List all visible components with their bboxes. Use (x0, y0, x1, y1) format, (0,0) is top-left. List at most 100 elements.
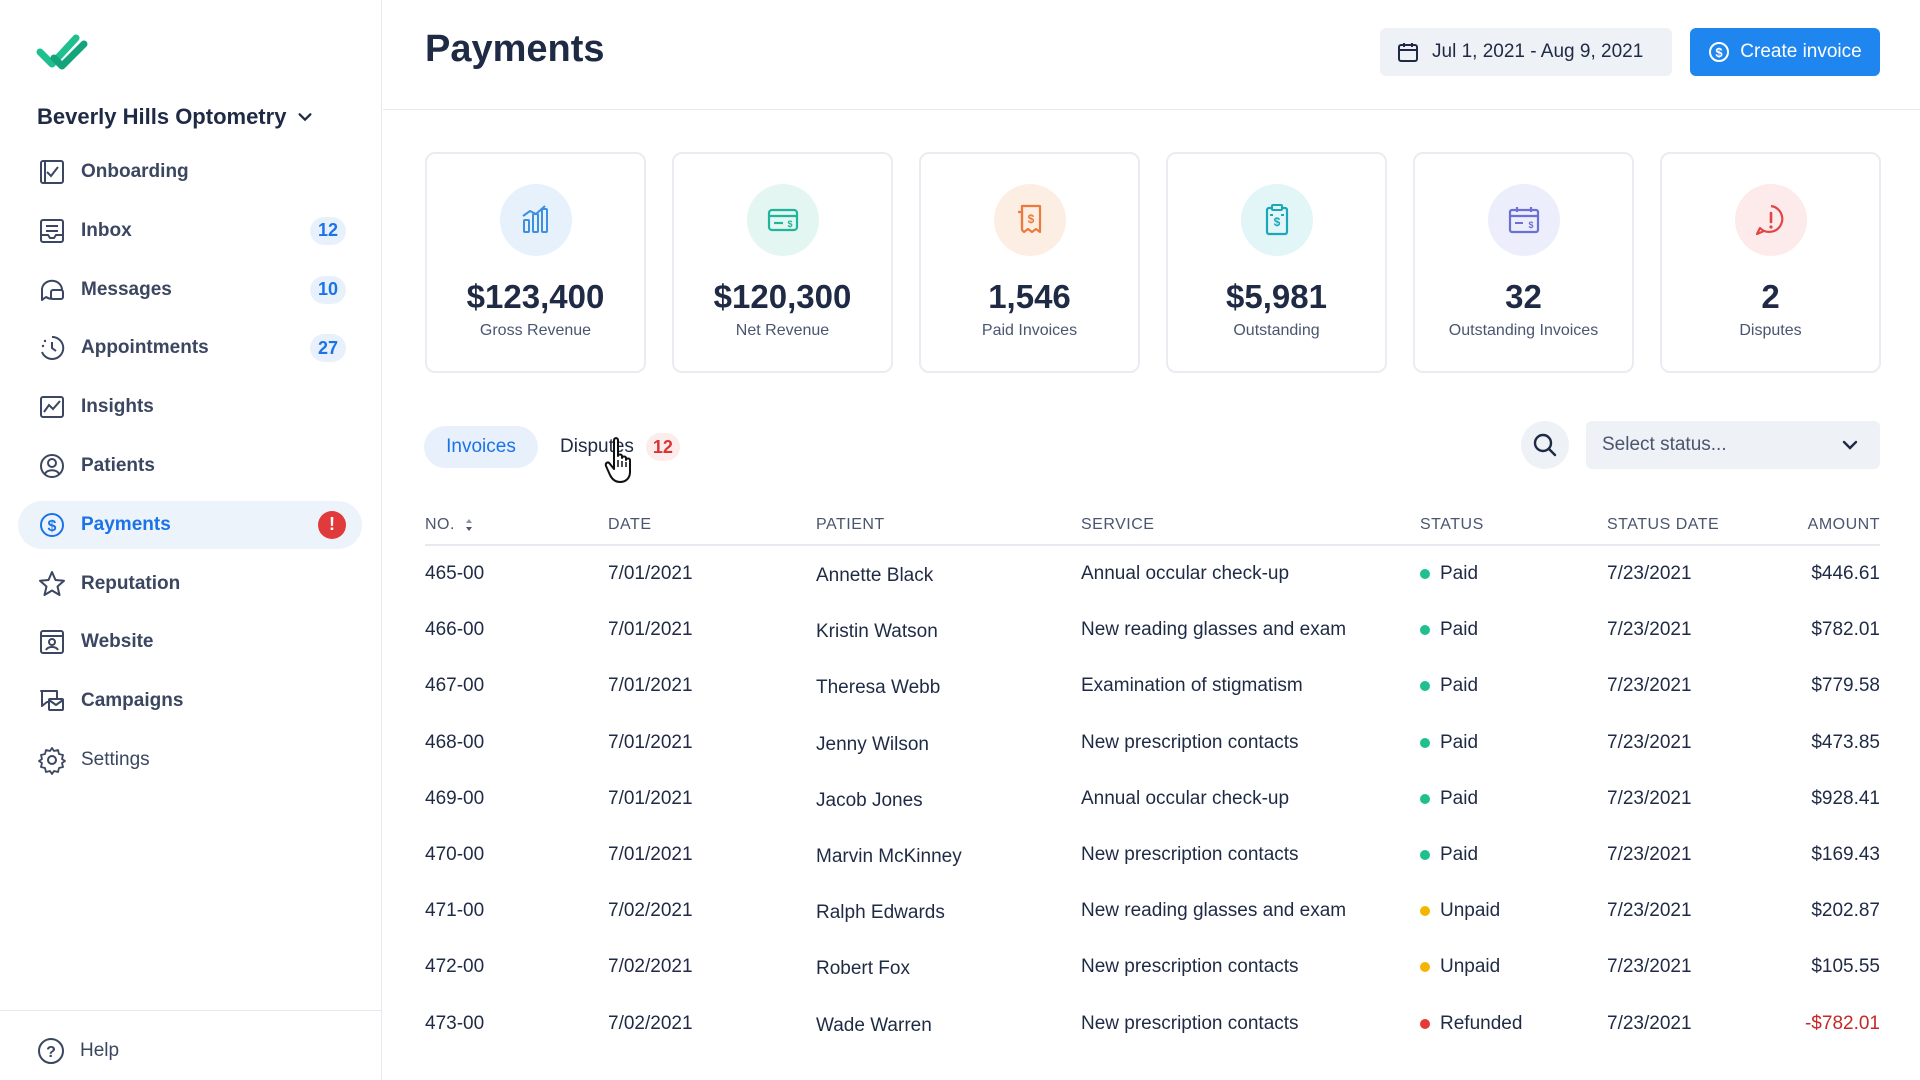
sidebar-item-label: Onboarding (81, 161, 189, 182)
sidebar-item-onboarding[interactable]: Onboarding (18, 148, 362, 196)
status-cell: Paid (1420, 619, 1607, 641)
campaigns-icon (36, 685, 68, 717)
messages-count-badge: 10 (309, 275, 346, 304)
table-row[interactable]: 465-00 7/01/2021 Annette Black Annual occul… (425, 546, 1880, 602)
status-date-cell: 7/23/2021 (1607, 956, 1692, 978)
column-header-no[interactable]: NO. (425, 516, 608, 534)
stat-card-outstanding-invoices[interactable]: $ 32 Outstanding Invoices (1413, 152, 1634, 373)
status-date-cell: 7/23/2021 (1607, 563, 1692, 585)
sidebar-item-settings[interactable]: Settings (18, 736, 362, 784)
status-label: Unpaid (1440, 900, 1501, 922)
status-dot-icon (1420, 850, 1430, 861)
status-label: Unpaid (1440, 956, 1501, 978)
sidebar-item-website[interactable]: Website (18, 618, 362, 666)
sidebar-item-label: Payments (81, 513, 171, 535)
stat-value: 32 (1505, 278, 1542, 315)
stat-card-disputes[interactable]: 2 Disputes (1660, 152, 1881, 373)
table-row[interactable]: 469-00 7/01/2021 Jacob Jones Annual occular… (425, 771, 1880, 827)
service-name-cell: New prescription contacts (1081, 844, 1299, 866)
website-icon (36, 626, 68, 658)
stat-label: Outstanding Invoices (1448, 322, 1599, 339)
bar-chart-icon (499, 184, 572, 256)
patient-name-cell: Kristin Watson (816, 621, 938, 643)
patient-name-cell: Marvin McKinney (816, 846, 962, 868)
sidebar-item-label: Insights (81, 396, 154, 418)
invoice-number-cell: 471-00 (425, 900, 485, 922)
stat-label: Outstanding (1233, 322, 1320, 339)
sidebar-item-inbox[interactable]: Inbox 12 (18, 207, 362, 255)
table-row[interactable]: 467-00 7/01/2021 Theresa Webb Examination o… (425, 658, 1880, 714)
table-row[interactable]: 468-00 7/01/2021 Jenny Wilson New prescript… (425, 715, 1880, 771)
status-dot-icon (1420, 793, 1430, 804)
status-select[interactable]: Select status... (1586, 421, 1880, 469)
help-label: Help (80, 1040, 120, 1061)
invoice-date-cell: 7/01/2021 (608, 844, 693, 866)
onboarding-icon (36, 156, 68, 188)
inbox-icon (36, 215, 68, 247)
stat-card-net-revenue[interactable]: $ $120,300 Net Revenue (672, 152, 893, 373)
sidebar-item-label: Patients (81, 454, 155, 476)
svg-text:$: $ (787, 219, 792, 229)
logo-checkmark-icon[interactable] (36, 32, 88, 76)
appointments-count-badge: 27 (309, 334, 346, 363)
status-cell: Paid (1420, 675, 1607, 697)
status-date-cell: 7/23/2021 (1607, 731, 1692, 753)
help-link[interactable]: ? Help (36, 1036, 119, 1066)
service-name-cell: New prescription contacts (1081, 956, 1299, 978)
service-name-cell: Annual occular check-up (1081, 787, 1290, 809)
status-date-cell: 7/23/2021 (1607, 900, 1692, 922)
sidebar-item-insights[interactable]: Insights (18, 383, 362, 431)
clipboard-dollar-icon: $ (1240, 184, 1313, 256)
table-row[interactable]: 471-00 7/02/2021 Ralph Edwards New reading … (425, 883, 1880, 939)
sidebar-item-campaigns[interactable]: Campaigns (18, 677, 362, 725)
table-row[interactable]: 466-00 7/01/2021 Kristin Watson New reading… (425, 602, 1880, 658)
sidebar-item-payments[interactable]: $ Payments ! (18, 500, 362, 549)
sidebar-item-appointments[interactable]: Appointments 27 (18, 324, 362, 372)
invoice-number-cell: 465-00 (425, 563, 485, 585)
tab-invoices[interactable]: Invoices (424, 426, 538, 468)
stat-card-gross-revenue[interactable]: $123,400 Gross Revenue (425, 152, 646, 373)
table-row[interactable]: 473-00 7/02/2021 Wade Warren New prescripti… (425, 996, 1880, 1052)
chevron-down-icon (298, 113, 312, 122)
stat-value: $5,981 (1226, 278, 1327, 315)
table-row[interactable]: 472-00 7/02/2021 Robert Fox New prescriptio… (425, 939, 1880, 995)
status-label: Paid (1440, 675, 1479, 697)
patient-name-cell: Wade Warren (816, 1014, 932, 1036)
date-range-picker[interactable]: Jul 1, 2021 - Aug 9, 2021 (1380, 28, 1672, 76)
amount-cell: $202.87 (1811, 900, 1880, 922)
organization-switcher[interactable]: Beverly Hills Optometry (37, 104, 314, 130)
status-dot-icon (1420, 569, 1430, 580)
invoices-table: NO. DATE PATIENT SERVICE STATUS STATUS D… (425, 506, 1880, 1052)
service-name-cell: New reading glasses and exam (1081, 900, 1347, 922)
status-cell: Refunded (1420, 1013, 1607, 1035)
table-row[interactable]: 470-00 7/01/2021 Marvin McKinney New prescr… (425, 827, 1880, 883)
sidebar-item-reputation[interactable]: Reputation (18, 560, 362, 608)
hand-pointer-cursor-icon (604, 437, 631, 483)
svg-text:$: $ (1027, 212, 1034, 226)
payment-card-icon: $ (746, 184, 819, 256)
status-cell: Unpaid (1420, 900, 1607, 922)
status-label: Paid (1440, 563, 1479, 585)
search-button[interactable] (1521, 421, 1569, 469)
stat-card-outstanding[interactable]: $ $5,981 Outstanding (1166, 152, 1387, 373)
sidebar-item-messages[interactable]: Messages 10 (18, 266, 362, 314)
service-name-cell: New prescription contacts (1081, 731, 1299, 753)
create-invoice-button[interactable]: $ Create invoice (1690, 28, 1880, 76)
alert-circle-icon (1734, 184, 1807, 256)
invoice-number-cell: 468-00 (425, 731, 485, 753)
stat-card-paid-invoices[interactable]: $ 1,546 Paid Invoices (919, 152, 1140, 373)
amount-cell: $446.61 (1811, 563, 1880, 585)
status-cell: Paid (1420, 732, 1607, 754)
svg-text:$: $ (48, 518, 57, 535)
sidebar-item-label: Inbox (81, 219, 132, 241)
sidebar-item-patients[interactable]: Patients (18, 442, 362, 490)
amount-cell: $779.58 (1811, 675, 1880, 697)
amount-cell: $473.85 (1811, 731, 1880, 753)
invoice-icon: $ (993, 184, 1066, 256)
column-header-label: NO. (425, 516, 455, 533)
stat-label: Paid Invoices (981, 322, 1078, 339)
appointments-icon (36, 332, 68, 364)
sort-icon (465, 519, 472, 531)
svg-text:$: $ (1273, 215, 1280, 229)
sidebar-nav: Onboarding Inbox 12 Messages 10 Appointm… (18, 148, 362, 795)
